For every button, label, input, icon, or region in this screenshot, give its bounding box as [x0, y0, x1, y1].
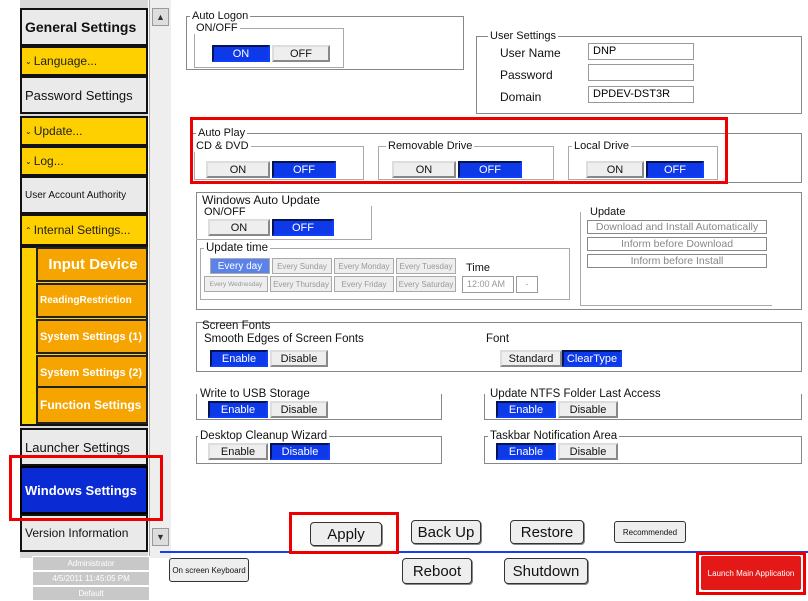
time-field[interactable]: 12:00 AM — [462, 276, 514, 293]
restore-button[interactable]: Restore — [510, 520, 584, 544]
day-every-monday[interactable]: Every Monday — [334, 258, 394, 274]
scroll-down-button[interactable]: ▼ — [152, 528, 169, 546]
smooth-edges-label: Smooth Edges of Screen Fonts — [204, 333, 364, 345]
sidebar-input-device[interactable]: Input Device — [36, 247, 148, 282]
windows-update-title: Windows Auto Update — [202, 193, 321, 207]
time-spinner[interactable]: - — [516, 276, 538, 293]
password-label: Password — [500, 68, 553, 82]
ntfs-title: Update NTFS Folder Last Access — [490, 388, 661, 400]
sidebar-language[interactable]: ⌄ Language... — [20, 46, 148, 76]
status-datetime: 4/5/2011 11:45:05 PM — [32, 571, 150, 586]
domain-field[interactable]: DPDEV-DST3R — [588, 86, 694, 103]
smooth-disable-button[interactable]: Disable — [270, 350, 328, 367]
status-user: Administrator — [32, 556, 150, 571]
reboot-button[interactable]: Reboot — [402, 558, 472, 584]
windows-update-on-button[interactable]: ON — [208, 219, 270, 236]
taskbar-title: Taskbar Notification Area — [488, 430, 620, 442]
option-download-install-auto[interactable]: Download and Install Automatically — [587, 220, 767, 234]
sidebar-item-label: Internal Settings... — [33, 223, 131, 237]
user-settings-title: User Settings — [488, 30, 559, 42]
day-every-day[interactable]: Every day — [210, 258, 270, 274]
sidebar-item-label: Update... — [33, 124, 83, 138]
sidebar-function-settings[interactable]: Function Settings — [36, 386, 148, 424]
user-name-label: User Name — [500, 46, 561, 60]
chevron-down-icon: ⌄ — [25, 126, 32, 136]
auto-logon-onoff-label: ON/OFF — [194, 22, 240, 34]
day-every-friday[interactable]: Every Friday — [334, 276, 394, 292]
on-screen-keyboard-button[interactable]: On screen Keyboard — [169, 558, 249, 582]
cleanup-enable-button[interactable]: Enable — [208, 443, 268, 460]
shutdown-button[interactable]: Shutdown — [504, 558, 588, 584]
auto-logon-title: Auto Logon — [190, 10, 251, 22]
highlight-auto-play — [190, 117, 728, 184]
option-inform-before-install[interactable]: Inform before Install — [587, 254, 767, 268]
windows-update-off-button[interactable]: OFF — [272, 219, 334, 236]
font-standard-button[interactable]: Standard — [500, 350, 562, 367]
sidebar-update[interactable]: ⌄ Update... — [20, 116, 148, 146]
auto-logon-on-button[interactable]: ON — [212, 45, 270, 62]
ntfs-disable-button[interactable]: Disable — [558, 401, 618, 418]
password-field[interactable] — [588, 64, 694, 81]
usb-title: Write to USB Storage — [200, 388, 310, 400]
auto-logon-off-button[interactable]: OFF — [272, 45, 330, 62]
update-time-group — [200, 248, 570, 300]
taskbar-enable-button[interactable]: Enable — [496, 443, 556, 460]
cleanup-disable-button[interactable]: Disable — [270, 443, 330, 460]
minus-icon: - — [525, 279, 529, 289]
day-every-thursday[interactable]: Every Thursday — [270, 276, 332, 292]
scroll-up-button[interactable]: ▲ — [152, 8, 169, 26]
day-every-saturday[interactable]: Every Saturday — [396, 276, 456, 292]
sidebar-system-settings-1[interactable]: System Settings (1) — [36, 319, 148, 354]
font-cleartype-button[interactable]: ClearType — [562, 350, 622, 367]
sidebar-item-label: Log... — [33, 154, 64, 168]
sidebar-log[interactable]: ⌄ Log... — [20, 146, 148, 176]
update-options-title: Update — [590, 206, 626, 218]
cleanup-title: Desktop Cleanup Wizard — [198, 430, 330, 442]
update-time-label: Update time — [204, 242, 271, 254]
time-label: Time — [466, 262, 491, 274]
domain-label: Domain — [500, 90, 542, 104]
sidebar-general-settings[interactable]: General Settings — [20, 8, 148, 46]
option-inform-before-download[interactable]: Inform before Download — [587, 237, 767, 251]
recommended-button[interactable]: Recommended — [614, 521, 686, 543]
sidebar-internal-settings[interactable]: ⌃ Internal Settings... — [20, 214, 148, 246]
day-every-sunday[interactable]: Every Sunday — [272, 258, 332, 274]
day-every-wednesday[interactable]: Every Wednesday — [204, 276, 268, 292]
sidebar-reading-restriction[interactable]: ReadingRestriction — [36, 283, 148, 318]
sidebar-system-settings-2[interactable]: System Settings (2) — [36, 355, 148, 390]
user-name-field[interactable]: DNP — [588, 43, 694, 60]
chevron-up-icon: ⌃ — [25, 225, 32, 235]
highlight-windows-settings — [9, 455, 163, 521]
sidebar-password-settings[interactable]: Password Settings — [20, 76, 148, 114]
backup-button[interactable]: Back Up — [411, 520, 481, 544]
chevron-down-icon: ⌄ — [25, 156, 32, 166]
status-profile: Default — [32, 586, 150, 601]
ntfs-enable-button[interactable]: Enable — [496, 401, 556, 418]
taskbar-disable-button[interactable]: Disable — [558, 443, 618, 460]
highlight-apply — [289, 512, 399, 554]
smooth-enable-button[interactable]: Enable — [210, 350, 268, 367]
font-label: Font — [486, 333, 510, 345]
day-every-tuesday[interactable]: Every Tuesday — [396, 258, 456, 274]
sidebar-item-label: Language... — [33, 54, 98, 68]
sidebar-user-account-authority[interactable]: User Account Authority — [20, 176, 148, 214]
screen-fonts-title: Screen Fonts — [202, 320, 271, 332]
chevron-down-icon: ⌄ — [25, 56, 32, 66]
usb-enable-button[interactable]: Enable — [208, 401, 268, 418]
highlight-launch — [696, 552, 806, 595]
usb-disable-button[interactable]: Disable — [270, 401, 328, 418]
